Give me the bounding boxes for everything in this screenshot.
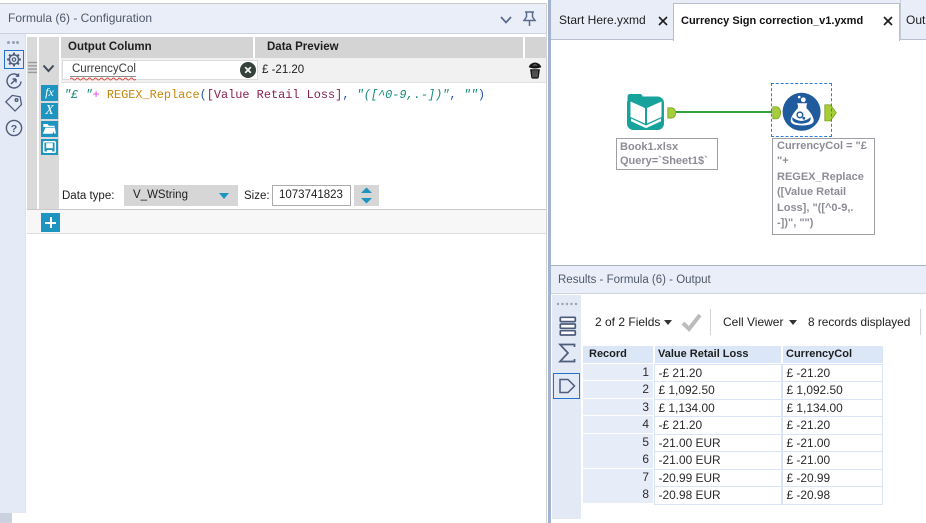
svg-text:?: ?: [11, 123, 17, 135]
